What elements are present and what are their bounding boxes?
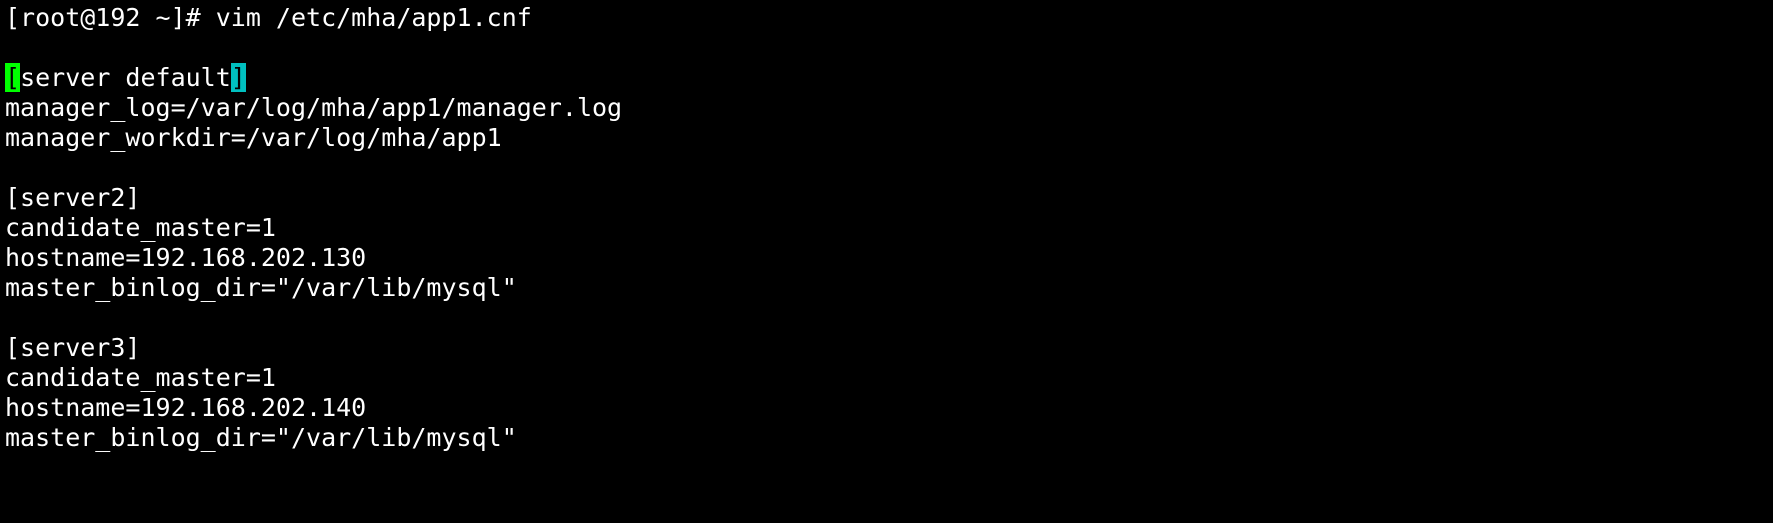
matching-bracket: ] xyxy=(230,63,246,92)
config-line-server2-binlog: master_binlog_dir="/var/lib/mysql" xyxy=(5,273,517,302)
section-header-server3: [server3] xyxy=(5,333,141,362)
config-line-server2-candidate: candidate_master=1 xyxy=(5,213,276,242)
section-name: server default xyxy=(20,63,231,92)
config-line-server2-hostname: hostname=192.168.202.130 xyxy=(5,243,367,272)
config-line-server3-binlog: master_binlog_dir="/var/lib/mysql" xyxy=(5,423,517,452)
config-line-server3-candidate: candidate_master=1 xyxy=(5,363,276,392)
terminal-window[interactable]: [root@192 ~]# vim /etc/mha/app1.cnf [ser… xyxy=(0,0,1773,523)
section-header-server2: [server2] xyxy=(5,183,141,212)
config-line-server3-hostname: hostname=192.168.202.140 xyxy=(5,393,367,422)
cursor-bracket: [ xyxy=(5,63,21,92)
config-line-manager-log: manager_log=/var/log/mha/app1/manager.lo… xyxy=(5,93,623,122)
section-header-server-default: [server default] xyxy=(5,63,1773,93)
shell-prompt-line: [root@192 ~]# vim /etc/mha/app1.cnf xyxy=(5,3,532,32)
config-line-manager-workdir: manager_workdir=/var/log/mha/app1 xyxy=(5,123,502,152)
